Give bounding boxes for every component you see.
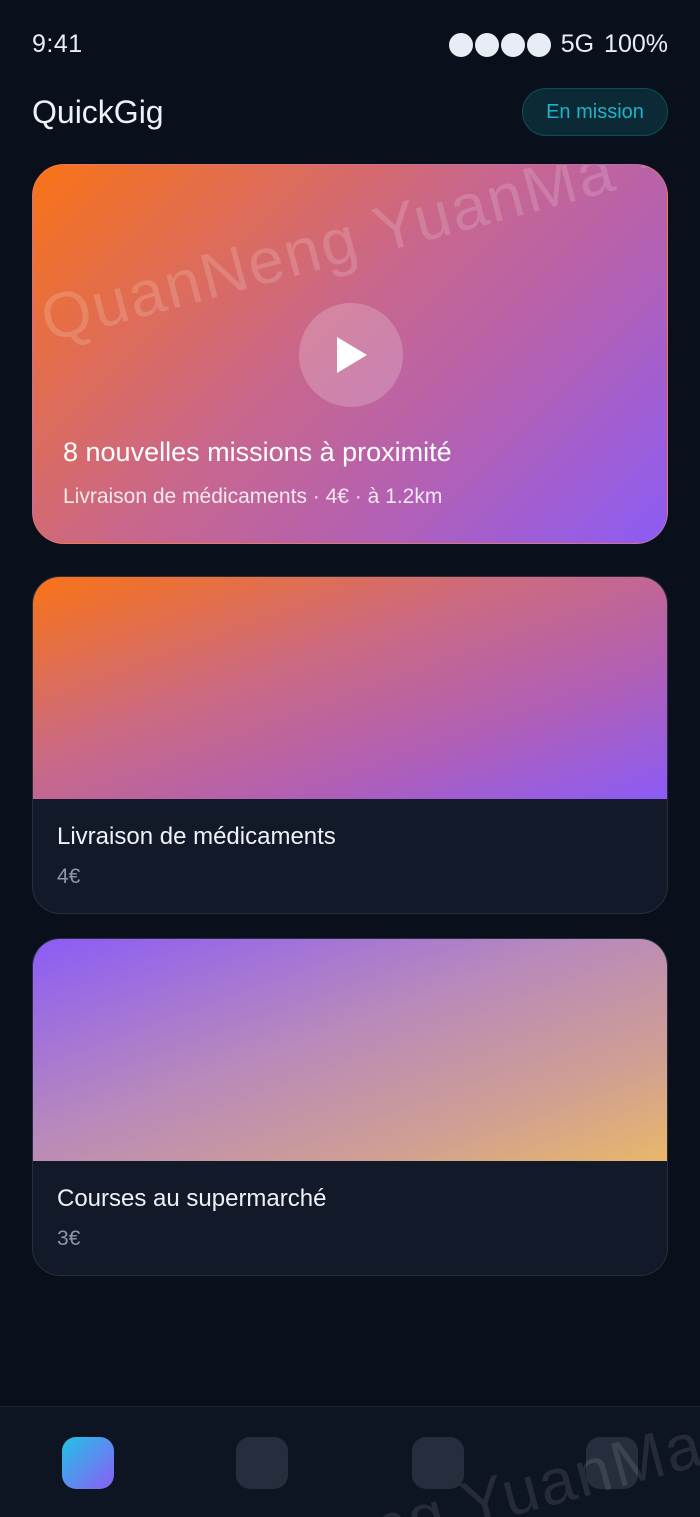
signal-dot [500,32,525,57]
signal-dot [526,32,551,57]
signal-dot [448,32,473,57]
status-time: 9:41 [32,30,83,58]
signal-strength-icon [448,32,551,57]
gig-title: Courses au supermarché [57,1185,327,1212]
mission-status-badge[interactable]: En mission [522,88,668,136]
play-button[interactable] [299,303,403,407]
network-type: 5G [560,30,595,58]
app-title: QuickGig [32,94,164,130]
battery-level: 100% [604,30,668,58]
gig-card[interactable]: Livraison de médicaments 4€ [32,576,668,914]
gig-cover-image [33,577,667,799]
play-icon [337,337,367,373]
app-header: QuickGig En mission [0,86,700,138]
nav-home-icon[interactable] [62,1437,114,1489]
status-indicators: 5G 100% [448,30,668,59]
status-bar: 9:41 5G 100% [0,0,700,90]
hero-title: 8 nouvelles missions à proximité [63,437,452,467]
gig-cover-image [33,939,667,1161]
signal-dot [474,32,499,57]
bottom-nav-bar: Neng YuanMa [0,1406,700,1517]
gig-title: Livraison de médicaments [57,823,336,850]
gig-card[interactable]: Courses au supermarché 3€ [32,938,668,1276]
nav-tab-3-icon[interactable] [412,1437,464,1489]
hero-subtitle: Livraison de médicaments · 4€ · à 1.2km [63,485,443,508]
gig-price: 4€ [57,865,81,888]
gig-price: 3€ [57,1227,81,1250]
nav-tab-4-icon[interactable] [586,1437,638,1489]
hero-video-card[interactable]: QuanNeng YuanMa · in 8 nouvelles mission… [32,164,668,544]
nav-tab-2-icon[interactable] [236,1437,288,1489]
